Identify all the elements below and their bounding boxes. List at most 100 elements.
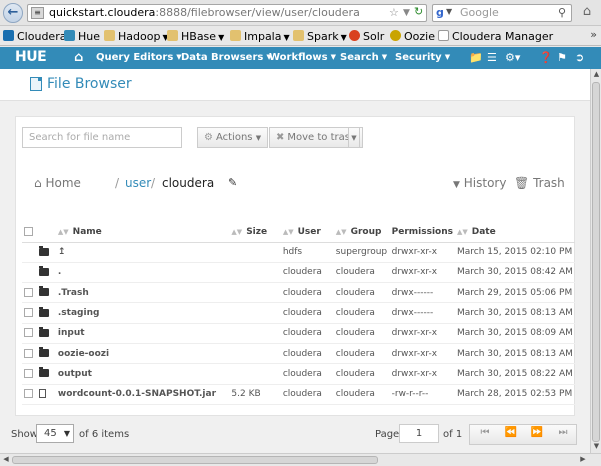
table-row[interactable]: output cloudera cloudera drwxr-xr-x Marc… — [22, 363, 575, 385]
table-row[interactable]: . cloudera cloudera drwxr-xr-x March 30,… — [22, 262, 575, 284]
search-input[interactable]: Search for file name — [22, 127, 182, 148]
actions-button[interactable]: ⚙ Actions ▼ — [197, 127, 269, 148]
table-row[interactable]: .Trash cloudera cloudera drwx------ Marc… — [22, 282, 575, 304]
home-icon[interactable]: ⌂ — [74, 50, 83, 65]
column-header-permissions[interactable]: Permissions — [389, 223, 455, 243]
url-history-chevron-icon[interactable]: ▼ — [403, 5, 410, 21]
row-checkbox[interactable] — [22, 323, 38, 344]
vertical-scroll-thumb[interactable] — [592, 82, 600, 442]
settings-gear-icon[interactable]: ⚙▾ — [505, 51, 520, 64]
file-date: March 30, 2015 08:42 AM — [454, 262, 575, 284]
file-name-link[interactable]: . — [55, 262, 230, 284]
page-size-select[interactable]: 45 ▼ — [36, 424, 74, 443]
trash-icon: 🗑 — [514, 176, 530, 190]
row-checkbox[interactable] — [22, 343, 38, 365]
column-header-group[interactable]: ▲▼ Group — [333, 223, 390, 243]
bookmark-hadoop[interactable]: Hadoop ▼ — [104, 29, 169, 44]
bookmark-cloudera[interactable]: Cloudera — [3, 29, 66, 44]
browser-home-icon[interactable]: ⌂ — [577, 4, 597, 22]
reload-icon[interactable]: ↻ — [414, 6, 426, 18]
bookmark-oozie[interactable]: Oozie — [390, 29, 435, 44]
table-row[interactable]: ↥ hdfs supergroup drwxr-xr-x March 15, 2… — [22, 242, 575, 263]
item-count: of 6 items — [79, 429, 130, 440]
row-checkbox[interactable] — [22, 363, 38, 385]
search-engine-icon[interactable]: g — [436, 6, 444, 19]
vertical-scrollbar[interactable]: ▲ ▼ — [590, 69, 601, 453]
search-icon[interactable]: ⚲ — [558, 6, 566, 19]
breadcrumb-user[interactable]: user — [125, 176, 151, 190]
file-browser-icon[interactable]: 📁 — [469, 51, 483, 64]
bookmark-impala[interactable]: Impala ▼ — [230, 29, 290, 44]
page-number-input[interactable]: 1 — [399, 424, 439, 443]
trash-link[interactable]: 🗑 Trash — [514, 176, 565, 190]
url-field[interactable]: ≡ quickstart.cloudera:8888/filebrowser/v… — [27, 4, 427, 22]
column-header-date[interactable]: ▲▼ Date — [454, 223, 575, 243]
bookmark-hbase[interactable]: HBase ▼ — [167, 29, 224, 44]
file-name-link[interactable]: output — [55, 363, 230, 385]
column-header-name[interactable]: ▲▼ Name — [55, 223, 230, 243]
nav-search[interactable]: Search ▼ — [340, 52, 387, 63]
file-name-link[interactable]: input — [55, 323, 230, 344]
table-row[interactable]: wordcount-0.0.1-SNAPSHOT.jar 5.2 KB clou… — [22, 384, 575, 405]
history-button[interactable]: ▼ History — [453, 176, 506, 190]
row-checkbox[interactable] — [22, 384, 38, 405]
last-page-icon[interactable]: ⏭ — [550, 427, 576, 438]
search-field[interactable]: g ▼ Google ⚲ — [432, 4, 572, 22]
file-name-link[interactable]: ↥ — [55, 242, 230, 263]
job-browser-icon[interactable]: ☰ — [487, 51, 497, 64]
bookmarks-overflow-icon[interactable]: » — [590, 28, 597, 41]
file-name-link[interactable]: oozie-oozi — [55, 343, 230, 365]
previous-page-icon[interactable]: ⏪ — [498, 427, 524, 438]
file-name-link[interactable]: .staging — [55, 302, 230, 324]
sort-icon: ▲▼ — [57, 228, 69, 237]
user-icon[interactable]: ⚑ — [557, 51, 567, 64]
select-all-checkbox[interactable] — [22, 223, 38, 243]
bookmark-star-icon[interactable]: ☆ — [389, 5, 399, 21]
table-row[interactable]: input cloudera cloudera drwxr-xr-x March… — [22, 323, 575, 344]
hue-icon — [64, 30, 75, 41]
row-checkbox[interactable] — [22, 262, 38, 284]
nav-data-browsers[interactable]: Data Browsers ▼ — [181, 52, 272, 63]
show-label: Show — [11, 429, 38, 440]
bookmarks-bar: Cloudera Hue Hadoop ▼ HBase ▼ Impala ▼ Spar… — [0, 27, 601, 46]
back-button[interactable]: ← — [3, 3, 23, 23]
row-checkbox[interactable] — [22, 282, 38, 304]
hue-logo[interactable]: HUE — [15, 49, 47, 65]
page-nav-buttons: ⏮ ⏪ ⏩ ⏭ — [469, 424, 577, 445]
file-user: cloudera — [280, 343, 334, 365]
logout-icon[interactable]: ➲ — [575, 51, 584, 64]
scroll-left-icon[interactable]: ◀ — [1, 455, 11, 465]
table-row[interactable]: oozie-oozi cloudera cloudera drwxr-xr-x … — [22, 343, 575, 365]
scroll-right-icon[interactable]: ▶ — [578, 455, 588, 465]
row-checkbox[interactable] — [22, 242, 38, 263]
nav-workflows[interactable]: Workflows ▼ — [269, 52, 336, 63]
scroll-up-icon[interactable]: ▲ — [592, 70, 601, 80]
nav-security[interactable]: Security ▼ — [395, 52, 450, 63]
table-row[interactable]: .staging cloudera cloudera drwx------ Ma… — [22, 302, 575, 324]
horizontal-scroll-thumb[interactable] — [12, 456, 378, 464]
bookmark-solr[interactable]: Solr — [349, 29, 384, 44]
next-page-icon[interactable]: ⏩ — [524, 427, 550, 438]
file-name-link[interactable]: wordcount-0.0.1-SNAPSHOT.jar — [55, 384, 230, 405]
sort-icon: ▲▼ — [231, 228, 243, 237]
help-icon[interactable]: ❓ — [539, 51, 553, 64]
edit-path-icon[interactable]: ✎ — [228, 176, 237, 189]
trash-icon: ✖ — [276, 132, 285, 143]
nav-query-editors[interactable]: Query Editors ▼ — [96, 52, 182, 63]
bookmark-cloudera-manager[interactable]: Cloudera Manager — [438, 29, 553, 44]
row-checkbox[interactable] — [22, 302, 38, 324]
bookmark-hue[interactable]: Hue — [64, 29, 100, 44]
search-engine-chevron-icon[interactable]: ▼ — [446, 7, 452, 16]
file-permissions: drwxr-xr-x — [389, 262, 455, 284]
column-header-size[interactable]: ▲▼ Size — [229, 223, 281, 243]
page-header: File Browser — [0, 69, 590, 101]
breadcrumb-home[interactable]: ⌂ Home — [34, 176, 81, 190]
column-header-user[interactable]: ▲▼ User — [280, 223, 334, 243]
first-page-icon[interactable]: ⏮ — [472, 427, 498, 438]
page-label: Page — [375, 429, 400, 440]
horizontal-scrollbar[interactable]: ◀ ▶ — [0, 453, 601, 466]
bookmark-spark[interactable]: Spark ▼ — [293, 29, 347, 44]
trash-options-button[interactable]: ▼ — [348, 127, 360, 148]
file-name-link[interactable]: .Trash — [55, 282, 230, 304]
scroll-down-icon[interactable]: ▼ — [592, 442, 601, 452]
